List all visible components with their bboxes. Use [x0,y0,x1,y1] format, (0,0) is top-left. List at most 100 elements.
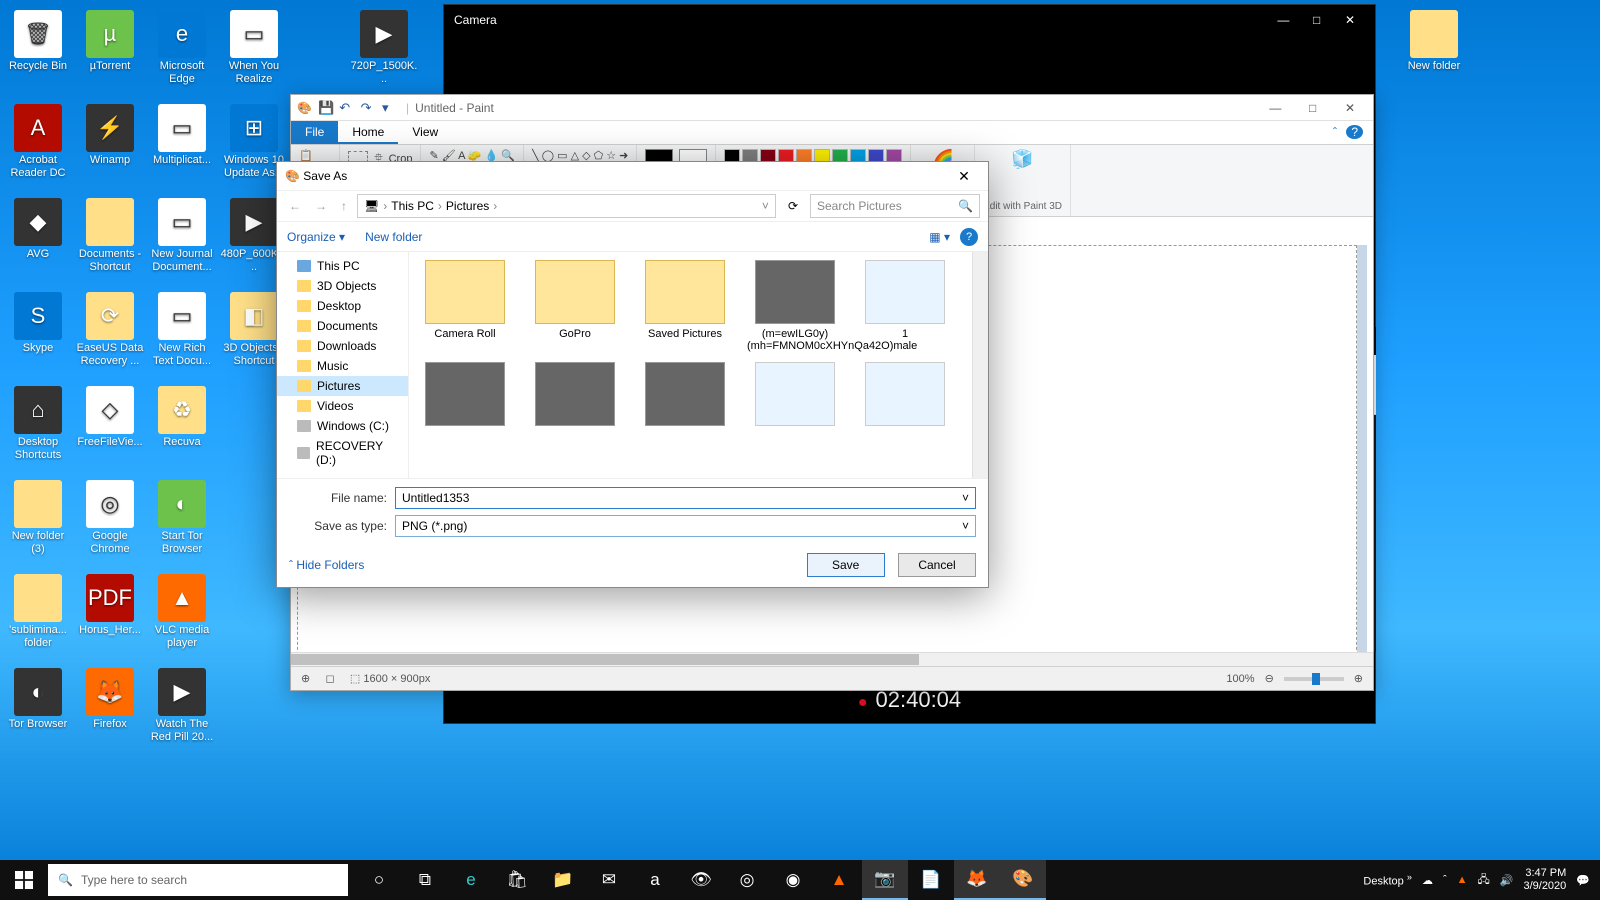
desktop-icon[interactable]: PDFHorus_Her... [76,574,144,637]
desktop-icon[interactable]: ◇FreeFileVie... [76,386,144,449]
volume-icon[interactable]: 🔊 [1500,874,1514,887]
taskbar-clock[interactable]: 3:47 PM 3/9/2020 [1523,867,1566,893]
refresh-icon[interactable]: ⟳ [782,199,804,213]
help-icon[interactable]: ? [960,228,978,246]
paint3d-button[interactable]: Edit with Paint 3D [983,201,1062,212]
crumb-pictures[interactable]: Pictures [446,199,489,213]
zoom-in-button[interactable]: ⊕ [1354,672,1363,685]
new-folder-button[interactable]: New folder [365,230,422,244]
desktop-icon[interactable]: 🦊Firefox [76,668,144,731]
close-icon[interactable]: ✕ [948,168,980,185]
zoom-out-button[interactable]: ⊖ [1265,672,1274,685]
edge-icon[interactable]: e [448,860,494,900]
paint-titlebar[interactable]: 🎨 💾 ↶ ↷ ▾ | Untitled - Paint — □ ✕ [291,95,1373,121]
desktop-icon[interactable]: ▲VLC media player [148,574,216,650]
amazon-icon[interactable]: a [632,860,678,900]
tree-node[interactable]: Downloads [277,336,408,356]
undo-icon[interactable]: ↶ [339,100,357,116]
paint-taskbar-icon[interactable]: 🎨 [1000,860,1046,900]
desktop-icon[interactable]: New folder (3) [4,480,72,556]
image-item[interactable] [747,362,843,430]
notepad-icon[interactable]: 📄 [908,860,954,900]
filename-input[interactable]: Untitled1353˅ [395,487,976,509]
desktop-icon[interactable]: Documents - Shortcut [76,198,144,274]
taskbar-search[interactable]: 🔍 Type here to search [48,864,348,896]
chevron-down-icon[interactable]: ˅ [962,519,969,533]
close-icon[interactable]: ✕ [1335,13,1365,27]
camera-taskbar-icon[interactable]: 📷 [862,860,908,900]
desktop-icon[interactable]: ▭New Rich Text Docu... [148,292,216,368]
tab-file[interactable]: File [291,121,338,144]
image-item[interactable] [637,362,733,430]
folder-item[interactable]: Saved Pictures [637,260,733,352]
qat-more-icon[interactable]: ▾ [382,100,400,116]
hide-folders-toggle[interactable]: ˆ Hide Folders [289,558,364,572]
file-view[interactable]: Camera RollGoProSaved Pictures(m=ewILG0y… [409,252,972,478]
dialog-titlebar[interactable]: 🎨 Save As ✕ [277,162,988,190]
zoom-slider[interactable] [1284,677,1344,681]
minimize-icon[interactable]: — [1258,101,1292,115]
store-icon[interactable]: 🛍 [494,860,540,900]
taskview-icon[interactable]: ⧉ [402,860,448,900]
save-button[interactable]: Save [807,553,885,577]
maximize-icon[interactable]: □ [1302,13,1332,27]
files-scrollbar[interactable] [972,252,988,478]
breadcrumb[interactable]: 🖥› This PC› Pictures› ˅ [357,194,776,218]
chevron-down-icon[interactable]: ˅ [962,491,969,505]
desktop-icon[interactable]: 'sublimina... folder [4,574,72,650]
close-icon[interactable]: ✕ [1333,101,1367,115]
help-icon[interactable]: ? [1346,125,1363,139]
desktop-icon[interactable]: ▭When You Realize [220,10,288,86]
desktop-icon[interactable]: ◐Start Tor Browser [148,480,216,556]
tree-node[interactable]: Pictures [277,376,408,396]
tree-node[interactable]: Desktop [277,296,408,316]
desktop-icon[interactable]: ♻Recuva [148,386,216,449]
tree-node[interactable]: Music [277,356,408,376]
minimize-icon[interactable]: — [1268,13,1298,27]
desktop-icon[interactable]: ⌂Desktop Shortcuts [4,386,72,462]
firefox-taskbar-icon[interactable]: 🦊 [954,860,1000,900]
tree-node[interactable]: Videos [277,396,408,416]
filetype-select[interactable]: PNG (*.png)˅ [395,515,976,537]
image-item[interactable]: (m=ewILG0y)(mh=FMNOM0cXHYnQa42O)male [747,260,843,352]
tree-node[interactable]: RECOVERY (D:) [277,436,408,470]
network-icon[interactable]: 🖧 [1478,871,1490,890]
desktop-icon[interactable]: ⚡Winamp [76,104,144,167]
tree-node[interactable]: Documents [277,316,408,336]
desktop-icon[interactable]: New folder [1400,10,1468,73]
tree-node[interactable]: This PC [277,256,408,276]
folder-item[interactable]: Camera Roll [417,260,513,352]
vlc-icon[interactable]: ▲ [816,860,862,900]
notifications-icon[interactable]: 💬 [1576,874,1590,887]
desktop-icon[interactable]: SSkype [4,292,72,355]
desktop-icon[interactable]: ▭Multiplicat... [148,104,216,167]
desktop-icon[interactable]: ⟳EaseUS Data Recovery ... [76,292,144,368]
image-item[interactable] [857,362,953,430]
desktop-icon[interactable]: µµTorrent [76,10,144,73]
start-button[interactable] [0,860,48,900]
desktop-icon[interactable]: ▶720P_1500K... [350,10,418,86]
camera-titlebar[interactable]: Camera — □ ✕ [444,5,1375,35]
chrome-icon[interactable]: ◎ [724,860,770,900]
icon[interactable]: ◉ [770,860,816,900]
desktop-icon[interactable]: ▭New Journal Document... [148,198,216,274]
back-icon[interactable]: ← [285,199,305,213]
desktop-icon[interactable]: ◐Tor Browser [4,668,72,731]
desktop-icon[interactable]: eMicrosoft Edge [148,10,216,86]
desktop-icon[interactable]: ▶Watch The Red Pill 20... [148,668,216,744]
cortana-icon[interactable]: ○ [356,860,402,900]
image-item[interactable] [527,362,623,430]
dialog-search[interactable]: Search Pictures🔍 [810,194,980,218]
up-icon[interactable]: ↑ [337,199,351,213]
onedrive-icon[interactable]: ☁ [1422,874,1433,887]
desktop-icon[interactable]: ◎Google Chrome [76,480,144,556]
desktop-icon[interactable]: 🗑Recycle Bin [4,10,72,73]
tripadvisor-icon[interactable]: 👁 [678,860,724,900]
redo-icon[interactable]: ↷ [361,100,379,116]
view-mode-button[interactable]: ▦ ▾ [929,230,950,244]
vlc-tray-icon[interactable]: ▲ [1457,874,1468,886]
organize-menu[interactable]: Organize ▾ [287,230,345,244]
tab-home[interactable]: Home [338,121,398,144]
save-icon[interactable]: 💾 [318,100,336,116]
desktop-icon[interactable]: AAcrobat Reader DC [4,104,72,180]
